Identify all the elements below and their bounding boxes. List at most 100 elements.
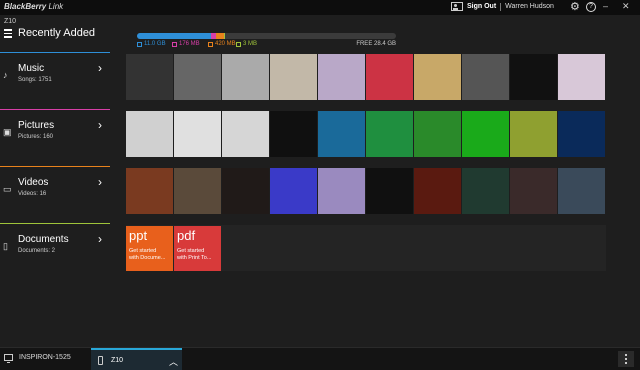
storage-segment (215, 33, 224, 39)
picture-thumbnail-tile[interactable] (462, 111, 510, 157)
videos-row (126, 168, 606, 214)
picture-thumbnail-tile[interactable] (318, 111, 366, 157)
video-thumbnail-tile[interactable] (126, 168, 174, 214)
album-art-tile[interactable] (270, 54, 318, 100)
category-name: Videos (18, 177, 49, 188)
video-thumbnail-tile[interactable] (558, 168, 606, 214)
category-count: Videos: 16 (18, 191, 47, 197)
chevron-right-icon: › (98, 118, 102, 132)
album-art-tile[interactable] (510, 54, 558, 100)
music-row (126, 54, 606, 100)
picture-thumbnail-tile[interactable] (270, 111, 318, 157)
sign-out-button[interactable]: Sign Out (467, 3, 496, 10)
help-icon[interactable]: ? (586, 2, 596, 12)
category-accent-line (0, 52, 110, 53)
close-button[interactable]: ✕ (622, 1, 630, 12)
storage-legend-item: 11.0 GB (137, 41, 166, 47)
category-name: Music (18, 63, 45, 74)
legend-swatch (236, 41, 241, 47)
picture-thumbnail-tile[interactable] (510, 111, 558, 157)
legend-swatch (208, 41, 213, 47)
category-name: Documents (18, 234, 69, 245)
category-music[interactable]: ♪ Music Songs: 1751 › (0, 52, 110, 107)
video-thumbnail-tile[interactable] (462, 168, 510, 214)
more-options-icon[interactable] (618, 351, 634, 367)
legend-label: 11.0 GB (144, 41, 166, 47)
legend-label: 420 MB (215, 41, 236, 47)
video-icon: ▭ (3, 184, 12, 194)
chevron-up-icon[interactable]: ︿ (169, 355, 178, 368)
chevron-right-icon: › (98, 175, 102, 189)
storage-legend-item: 3 MB (236, 41, 257, 47)
category-accent-line (0, 166, 110, 167)
account-icon (451, 2, 463, 11)
app-brand: BlackBerry Link (4, 2, 64, 11)
document-extension: ppt (129, 228, 148, 243)
gear-icon[interactable]: ⚙ (570, 0, 580, 13)
album-art-tile[interactable] (222, 54, 270, 100)
picture-thumbnail-tile[interactable] (174, 111, 222, 157)
document-tile[interactable]: ppt Get started with Docume... (126, 226, 173, 271)
category-accent-line (0, 109, 110, 110)
album-art-tile[interactable] (366, 54, 414, 100)
picture-thumbnail-tile[interactable] (414, 111, 462, 157)
category-count: Songs: 1751 (18, 77, 52, 83)
album-art-tile[interactable] (414, 54, 462, 100)
storage-free-label: FREE 28.4 GB (356, 41, 396, 47)
chevron-right-icon: › (98, 61, 102, 75)
device-tab-label: Z10 (111, 357, 124, 364)
device-id: Z10 (4, 18, 17, 25)
pictures-row (126, 111, 606, 157)
divider (500, 2, 502, 11)
page-title: Recently Added (18, 27, 96, 39)
hamburger-menu-icon[interactable] (4, 29, 12, 38)
category-videos[interactable]: ▭ Videos Videos: 16 › (0, 166, 110, 221)
storage-legend-item: 420 MB (208, 41, 236, 47)
picture-thumbnail-tile[interactable] (558, 111, 606, 157)
video-thumbnail-tile[interactable] (366, 168, 414, 214)
storage-usage-bar (137, 33, 396, 39)
document-tile[interactable]: pdf Get started with Print To... (174, 226, 221, 271)
video-thumbnail-tile[interactable] (174, 168, 222, 214)
device-tab[interactable]: Z10 ︿ (91, 348, 182, 370)
music-note-icon: ♪ (3, 70, 8, 80)
category-pictures[interactable]: ▣ Pictures Pictures: 160 › (0, 109, 110, 164)
album-art-tile[interactable] (558, 54, 606, 100)
legend-swatch (137, 41, 142, 47)
storage-segment (223, 33, 226, 39)
album-art-tile[interactable] (126, 54, 174, 100)
legend-swatch (172, 41, 177, 47)
document-extension: pdf (177, 228, 196, 243)
computer-name: INSPIRON-1525 (19, 354, 71, 361)
legend-label: 3 MB (243, 41, 258, 47)
picture-thumbnail-tile[interactable] (126, 111, 174, 157)
account-area: Sign Out Warren Hudson (451, 2, 554, 11)
minimize-button[interactable]: – (603, 1, 608, 11)
user-name: Warren Hudson (505, 3, 554, 10)
album-art-tile[interactable] (318, 54, 366, 100)
storage-segment (137, 33, 211, 39)
category-accent-line (0, 223, 110, 224)
bottom-bar: INSPIRON-1525 Z10 ︿ (0, 347, 640, 370)
album-art-tile[interactable] (174, 54, 222, 100)
category-name: Pictures (18, 120, 55, 131)
document-title: Get started with Print To... (177, 248, 212, 261)
album-art-tile[interactable] (462, 54, 510, 100)
picture-thumbnail-tile[interactable] (366, 111, 414, 157)
picture-thumbnail-tile[interactable] (222, 111, 270, 157)
phone-icon (98, 356, 103, 365)
title-bar: BlackBerry Link Sign Out Warren Hudson ⚙… (0, 0, 640, 15)
computer-item[interactable]: INSPIRON-1525 (4, 354, 71, 363)
document-icon: ▯ (3, 241, 8, 251)
storage-legend-item: 176 MB (172, 41, 200, 47)
video-thumbnail-tile[interactable] (414, 168, 462, 214)
video-thumbnail-tile[interactable] (318, 168, 366, 214)
video-thumbnail-tile[interactable] (510, 168, 558, 214)
document-title: Get started with Docume... (129, 248, 166, 261)
category-documents[interactable]: ▯ Documents Documents: 2 › (0, 223, 110, 278)
video-thumbnail-tile[interactable] (270, 168, 318, 214)
video-thumbnail-tile[interactable] (222, 168, 270, 214)
picture-icon: ▣ (3, 127, 12, 137)
category-count: Documents: 2 (18, 248, 56, 254)
chevron-right-icon: › (98, 232, 102, 246)
